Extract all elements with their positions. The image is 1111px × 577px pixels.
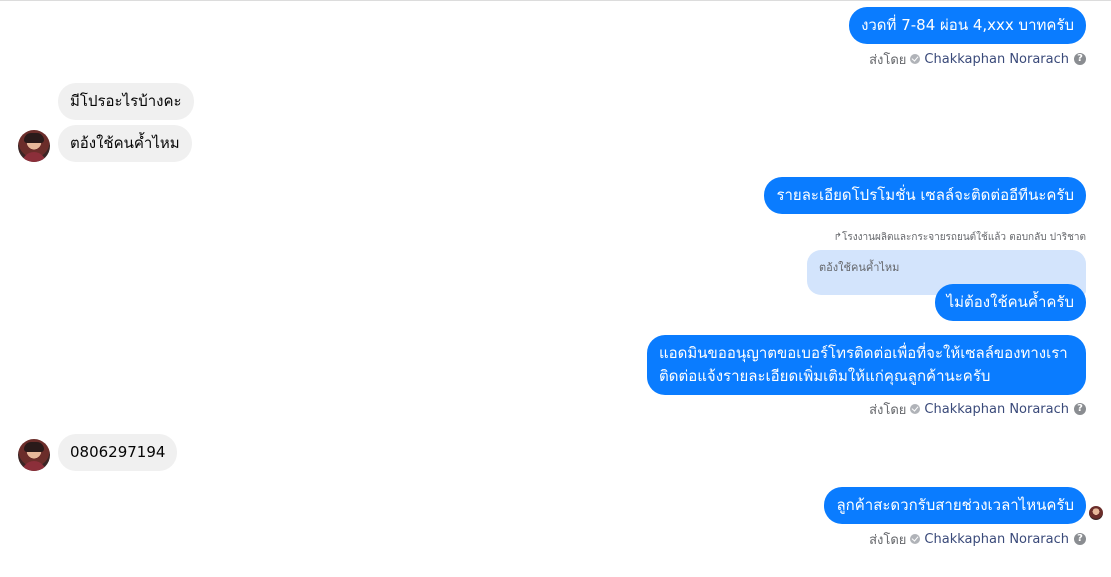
sent-by-prefix: ส่งโดย — [869, 402, 907, 418]
message-text: มีโปรอะไรบ้างคะ — [70, 92, 182, 110]
reply-arrow-icon: ↱ — [833, 232, 843, 243]
incoming-message[interactable]: มีโปรอะไรบ้างคะ — [58, 83, 194, 120]
sender-name[interactable]: Chakkaphan Norarach — [924, 402, 1069, 417]
message-text-line: ติดต่อแจ้งรายละเอียดเพิ่มเติมให้แก่คุณลู… — [659, 367, 991, 385]
chat-thread: งวดที่ 7-84 ผ่อน 4,xxx บาทครับ ส่งโดย Ch… — [0, 0, 1111, 577]
sent-by-label: ส่งโดย Chakkaphan Norarach ? — [869, 400, 1086, 418]
outgoing-message[interactable]: งวดที่ 7-84 ผ่อน 4,xxx บาทครับ — [849, 7, 1086, 44]
sent-by-prefix: ส่งโดย — [869, 532, 907, 548]
outgoing-message[interactable]: ลูกค้าสะดวกรับสายช่วงเวลาไหนครับ — [824, 487, 1086, 524]
check-circle-icon — [910, 404, 921, 414]
message-text-line: แอดมินขออนุญาตขอเบอร์โทรติดต่อเพื่อที่จะ… — [659, 344, 1068, 362]
reply-label-text: โรงงานผลิตและกระจายรถยนต์ใช้แล้ว ตอบกลับ… — [842, 232, 1086, 243]
divider — [0, 0, 1111, 1]
sent-by-label: ส่งโดย Chakkaphan Norarach ? — [869, 530, 1086, 548]
message-text: ลูกค้าสะดวกรับสายช่วงเวลาไหนครับ — [836, 496, 1074, 514]
seen-avatar — [1089, 506, 1103, 520]
sent-by-label: ส่งโดย Chakkaphan Norarach ? — [869, 50, 1086, 68]
sender-name[interactable]: Chakkaphan Norarach — [924, 532, 1069, 547]
question-circle-icon[interactable]: ? — [1074, 533, 1086, 545]
check-circle-icon — [910, 534, 921, 544]
check-circle-icon — [910, 54, 921, 64]
question-circle-icon[interactable]: ? — [1074, 403, 1086, 415]
incoming-message[interactable]: ตอ้งใช้คนค้ำไหม — [58, 125, 192, 162]
reply-label: ↱โรงงานผลิตและกระจายรถยนต์ใช้แล้ว ตอบกลั… — [834, 230, 1086, 245]
sent-by-prefix: ส่งโดย — [869, 52, 907, 68]
outgoing-message[interactable]: แอดมินขออนุญาตขอเบอร์โทรติดต่อเพื่อที่จะ… — [647, 335, 1086, 395]
message-text: ไม่ต้องใช้คนค้ำครับ — [946, 293, 1074, 311]
avatar[interactable] — [18, 439, 50, 471]
outgoing-message[interactable]: รายละเอียดโปรโมชั่น เซลล์จะติดต่ออีทีนะค… — [764, 177, 1086, 214]
message-text: 0806297194 — [70, 443, 166, 461]
outgoing-message[interactable]: ไม่ต้องใช้คนค้ำครับ — [934, 284, 1086, 321]
message-text: ตอ้งใช้คนค้ำไหม — [70, 134, 180, 152]
sender-name[interactable]: Chakkaphan Norarach — [924, 52, 1069, 67]
message-text: งวดที่ 7-84 ผ่อน 4,xxx บาทครับ — [861, 16, 1074, 34]
avatar[interactable] — [18, 130, 50, 162]
message-text: รายละเอียดโปรโมชั่น เซลล์จะติดต่ออีทีนะค… — [776, 186, 1074, 204]
incoming-message[interactable]: 0806297194 — [58, 434, 178, 471]
quoted-text: ตอ้งใช้คนค้ำไหม — [819, 261, 900, 274]
question-circle-icon[interactable]: ? — [1074, 53, 1086, 65]
